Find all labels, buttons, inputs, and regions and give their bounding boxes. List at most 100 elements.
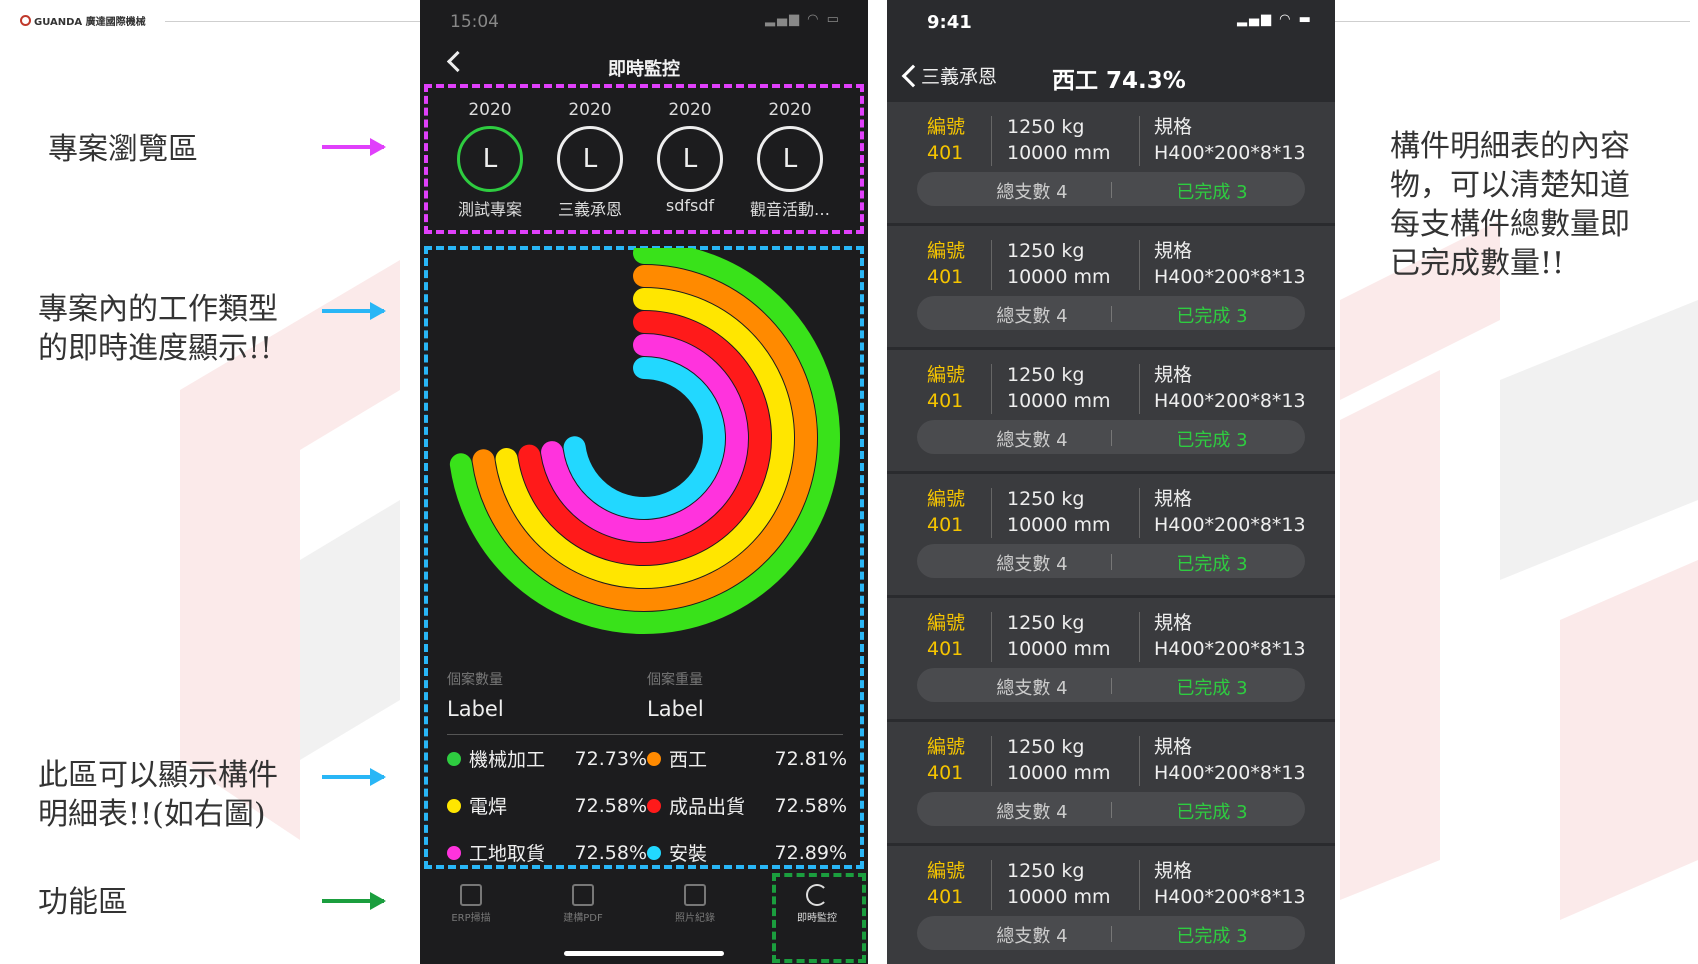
- card-id: 編號 401: [927, 116, 966, 164]
- legend-dot: [647, 845, 661, 860]
- card-done: 已完成 3: [1176, 926, 1248, 947]
- count-value: Label: [447, 697, 504, 721]
- legend-item: 成品出貨 72.58%: [647, 792, 847, 819]
- card-done: 已完成 3: [1176, 430, 1248, 451]
- component-card[interactable]: 編號 401 1250 kg 10000 mm 規格 H400*200*8*13 總支數 4…: [887, 722, 1335, 843]
- card-spec: 規格 H400*200*8*13: [1154, 364, 1306, 412]
- phone-detail-screen: 9:41 ▂▄▆ ◠ ▬ 三義承恩 西工 74.3% 編號 401 1250 kg 1…: [887, 0, 1335, 964]
- tab-build-pdf[interactable]: 建構PDF: [538, 884, 628, 924]
- card-id: 編號 401: [927, 612, 966, 660]
- card-done: 已完成 3: [1176, 554, 1248, 575]
- arrow-blue-icon: [322, 768, 386, 786]
- component-card[interactable]: 編號 401 1250 kg 10000 mm 規格 H400*200*8*13 總支數 4…: [887, 350, 1335, 471]
- logo-text: GUANDA 廣達國際機械: [34, 17, 146, 28]
- card-id: 編號 401: [927, 240, 966, 288]
- project-item[interactable]: 2020 L 觀音活動…: [740, 100, 840, 220]
- card-pill-divider: [1111, 678, 1112, 694]
- legend-dot: [647, 751, 661, 766]
- card-divider: [991, 116, 992, 166]
- card-pill-divider: [1111, 802, 1112, 818]
- progress-ring-4: [518, 311, 771, 565]
- card-total: 總支數 4: [996, 802, 1068, 823]
- card-done: 已完成 3: [1176, 678, 1248, 699]
- card-id: 編號 401: [927, 364, 966, 412]
- progress-ring-6: [563, 357, 725, 519]
- card-divider: [1139, 240, 1140, 290]
- card-divider: [1139, 488, 1140, 538]
- project-name: sdfsdf: [665, 196, 715, 215]
- card-size: 1250 kg 10000 mm: [1007, 240, 1111, 288]
- component-card[interactable]: 編號 401 1250 kg 10000 mm 規格 H400*200*8*13 總支數 4…: [887, 474, 1335, 595]
- card-spec: 規格 H400*200*8*13: [1154, 488, 1306, 536]
- card-id: 編號 401: [927, 488, 966, 536]
- card-divider: [1139, 116, 1140, 166]
- legend-dot: [447, 798, 461, 813]
- legend-item: 西工 72.81%: [647, 745, 847, 772]
- annotation-right-note: 構件明細表的內容 物，可以清楚知道 每支構件總數量即 已完成數量!!: [1390, 129, 1630, 281]
- card-done: 已完成 3: [1176, 802, 1248, 823]
- card-spec: 規格 H400*200*8*13: [1154, 240, 1306, 288]
- weight-label: 個案重量: [647, 672, 703, 688]
- project-item[interactable]: 2020 L 三義承恩: [540, 100, 640, 220]
- legend-item: 電焊 72.58%: [447, 792, 647, 819]
- card-total: 總支數 4: [996, 926, 1068, 947]
- project-item[interactable]: 2020 L sdfsdf: [640, 100, 740, 215]
- component-card[interactable]: 編號 401 1250 kg 10000 mm 規格 H400*200*8*13 總支數 4…: [887, 846, 1335, 964]
- camera-icon: [684, 884, 706, 906]
- tab-photo-log[interactable]: 照片紀錄: [650, 884, 740, 924]
- card-size: 1250 kg 10000 mm: [1007, 612, 1111, 660]
- card-size: 1250 kg 10000 mm: [1007, 736, 1111, 784]
- card-divider: [1139, 612, 1140, 662]
- status-time: 15:04: [450, 12, 499, 32]
- card-size: 1250 kg 10000 mm: [1007, 488, 1111, 536]
- card-pill-divider: [1111, 306, 1112, 322]
- card-divider: [991, 488, 992, 538]
- component-card[interactable]: 編號 401 1250 kg 10000 mm 規格 H400*200*8*13 總支數 4…: [887, 226, 1335, 347]
- card-divider: [1139, 364, 1140, 414]
- project-name: 觀音活動…: [749, 200, 830, 219]
- card-total: 總支數 4: [996, 678, 1068, 699]
- tab-live-monitor[interactable]: 即時監控: [772, 884, 862, 924]
- weight-value: Label: [647, 697, 704, 721]
- card-id: 編號 401: [927, 860, 966, 908]
- card-pill-divider: [1111, 430, 1112, 446]
- phone-monitor-screen: 15:04 ▂▄▆ ◠ ▭ 即時監控 2020 L 測試專案 2020 L 三義…: [420, 0, 868, 964]
- annotation-function-area: 功能區: [38, 885, 128, 920]
- card-size: 1250 kg 10000 mm: [1007, 364, 1111, 412]
- back-button-label[interactable]: 三義承恩: [921, 62, 997, 89]
- card-total: 總支數 4: [996, 182, 1068, 203]
- legend-item: 安裝 72.89%: [647, 839, 847, 866]
- logo-mark-icon: [20, 15, 31, 26]
- annotation-progress: 專案內的工作類型 的即時進度顯示!!: [38, 292, 278, 366]
- card-divider: [991, 612, 992, 662]
- progress-ring-chart[interactable]: [434, 248, 854, 668]
- component-card[interactable]: 編號 401 1250 kg 10000 mm 規格 H400*200*8*13 總支數 4…: [887, 102, 1335, 223]
- monitor-icon: [806, 884, 828, 906]
- project-name: 測試專案: [457, 200, 522, 219]
- legend-dot: [647, 798, 661, 813]
- card-pill-divider: [1111, 554, 1112, 570]
- component-card[interactable]: 編號 401 1250 kg 10000 mm 規格 H400*200*8*13 總支數 4…: [887, 598, 1335, 719]
- card-done: 已完成 3: [1176, 306, 1248, 327]
- project-year: 2020: [468, 100, 512, 120]
- annotation-project-browse: 專案瀏覽區: [48, 132, 198, 167]
- legend-dot: [447, 845, 461, 860]
- card-pill-divider: [1111, 182, 1112, 198]
- count-label: 個案數量: [447, 672, 503, 688]
- project-name: 三義承恩: [557, 200, 622, 219]
- card-spec: 規格 H400*200*8*13: [1154, 860, 1306, 908]
- card-done: 已完成 3: [1176, 182, 1248, 203]
- card-size: 1250 kg 10000 mm: [1007, 116, 1111, 164]
- card-total: 總支數 4: [996, 306, 1068, 327]
- card-divider: [1139, 860, 1140, 910]
- project-avatar: L: [557, 126, 623, 192]
- card-divider: [991, 240, 992, 290]
- project-item[interactable]: 2020 L 測試專案: [440, 100, 540, 220]
- document-icon: [572, 884, 594, 906]
- header-rule-right: [1335, 21, 1690, 22]
- card-size: 1250 kg 10000 mm: [1007, 860, 1111, 908]
- status-icons: ▂▄▆ ◠ ▭: [765, 12, 841, 27]
- tab-erp-scan[interactable]: ERP掃描: [426, 884, 516, 924]
- stats-divider: [447, 734, 843, 735]
- card-spec: 規格 H400*200*8*13: [1154, 612, 1306, 660]
